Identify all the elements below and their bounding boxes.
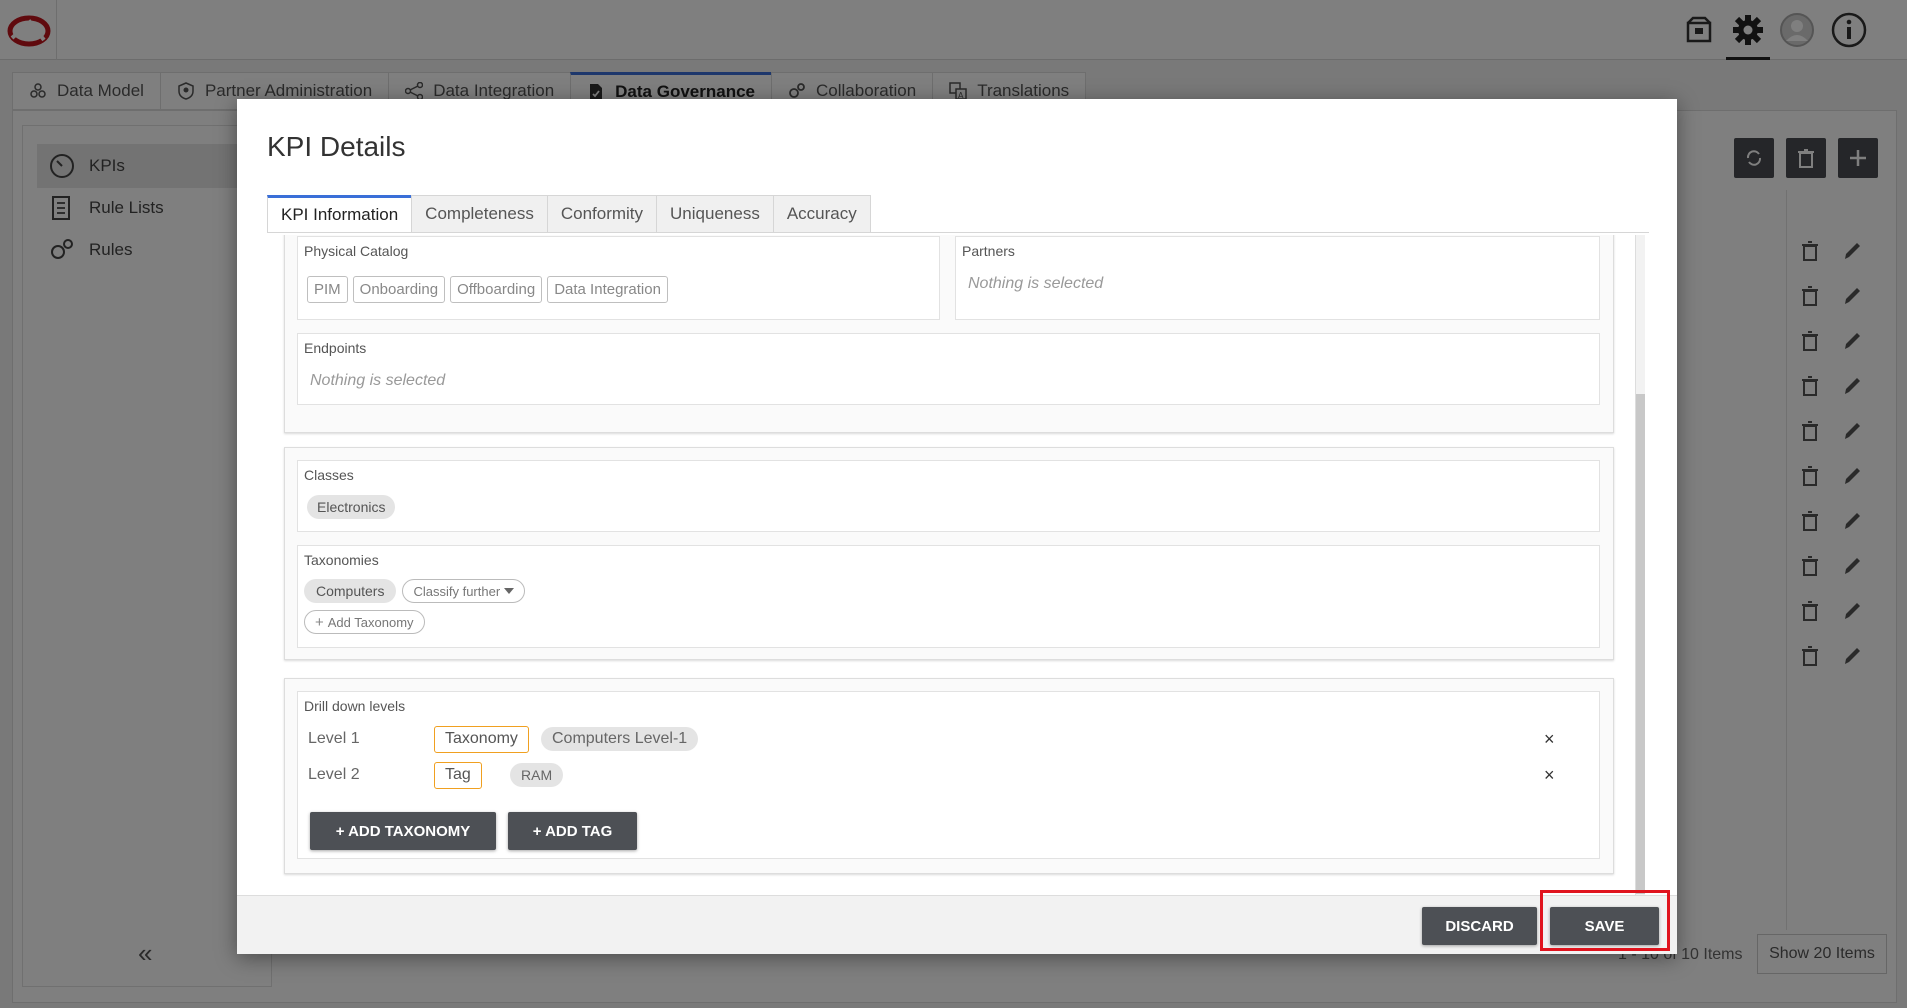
catalog-chip-pim[interactable]: PIM [307,276,348,303]
kpi-details-dialog: KPI Details KPI Information Completeness… [237,99,1677,954]
level-label: Level 1 [308,730,360,747]
drill-down-field: Drill down levels Level 1 Taxonomy Compu… [297,691,1600,859]
classes-chips: Electronics [307,495,401,519]
catalog-chip-offboarding[interactable]: Offboarding [450,276,543,303]
field-label: Classes [304,467,354,483]
add-taxonomy-button[interactable]: + ADD TAXONOMY [310,812,496,850]
tab-kpi-information[interactable]: KPI Information [267,195,412,233]
catalog-chip-onboarding[interactable]: Onboarding [352,276,446,303]
dialog-tabs: KPI Information Completeness Conformity … [267,195,871,233]
classes-field: Classes Electronics [297,460,1600,532]
taxonomies-field: Taxonomies Computers Classify further + … [297,545,1600,648]
endpoints-placeholder: Nothing is selected [310,372,446,389]
class-chip-electronics[interactable]: Electronics [307,495,396,519]
add-taxonomy-label: Add Taxonomy [327,614,414,630]
add-taxonomy-row: + Add Taxonomy [304,610,425,634]
save-highlight [1540,890,1670,951]
drill-level-row: Level 2 Tag RAM × [298,760,1588,790]
drill-level-row: Level 1 Taxonomy Computers Level-1 × [298,724,1588,754]
tab-completeness[interactable]: Completeness [411,195,547,233]
tab-underline [267,232,1649,233]
add-taxonomy-chip[interactable]: + Add Taxonomy [304,610,425,634]
level-type-chip[interactable]: Tag [434,761,482,789]
add-tag-button[interactable]: + ADD TAG [508,812,637,850]
discard-button[interactable]: DISCARD [1422,907,1537,945]
field-label: Physical Catalog [304,243,409,259]
classify-further-dropdown[interactable]: Classify further [402,579,526,603]
level-value-chip[interactable]: RAM [510,763,564,787]
field-label: Partners [962,243,1015,259]
dialog-scroll-area[interactable]: Physical Catalog PIM Onboarding Offboard… [267,235,1635,895]
catalog-chips: PIM Onboarding Offboarding Data Integrat… [307,276,673,303]
level-type-chip[interactable]: Taxonomy [434,725,529,753]
taxonomy-row: Computers Classify further [304,579,526,603]
tab-accuracy[interactable]: Accuracy [772,195,871,233]
catalog-card: Physical Catalog PIM Onboarding Offboard… [284,235,1614,433]
level-label: Level 2 [308,766,360,783]
classify-further-label: Classify further [413,583,501,599]
remove-level-icon[interactable]: × [1544,765,1555,786]
field-label: Taxonomies [304,552,379,568]
field-label: Endpoints [304,340,367,356]
field-label: Drill down levels [304,698,406,714]
dialog-title: KPI Details [267,131,406,162]
classification-card: Classes Electronics Taxonomies Computers… [284,447,1614,660]
taxonomy-chip-computers[interactable]: Computers [304,579,397,603]
partners-field[interactable]: Partners Nothing is selected [955,236,1600,320]
partners-placeholder: Nothing is selected [968,275,1104,292]
tab-uniqueness[interactable]: Uniqueness [656,195,773,233]
plus-icon: + [315,613,324,631]
level-value-chip[interactable]: Computers Level-1 [541,727,699,751]
tab-conformity[interactable]: Conformity [546,195,657,233]
dialog-footer: DISCARD SAVE [237,895,1677,954]
physical-catalog-field: Physical Catalog PIM Onboarding Offboard… [297,236,940,320]
drill-down-card: Drill down levels Level 1 Taxonomy Compu… [284,678,1614,874]
endpoints-field[interactable]: Endpoints Nothing is selected [297,333,1600,405]
scrollbar-thumb[interactable] [1636,394,1645,894]
remove-level-icon[interactable]: × [1544,729,1555,750]
caret-down-icon [504,588,515,594]
catalog-chip-data-integration[interactable]: Data Integration [547,276,668,303]
